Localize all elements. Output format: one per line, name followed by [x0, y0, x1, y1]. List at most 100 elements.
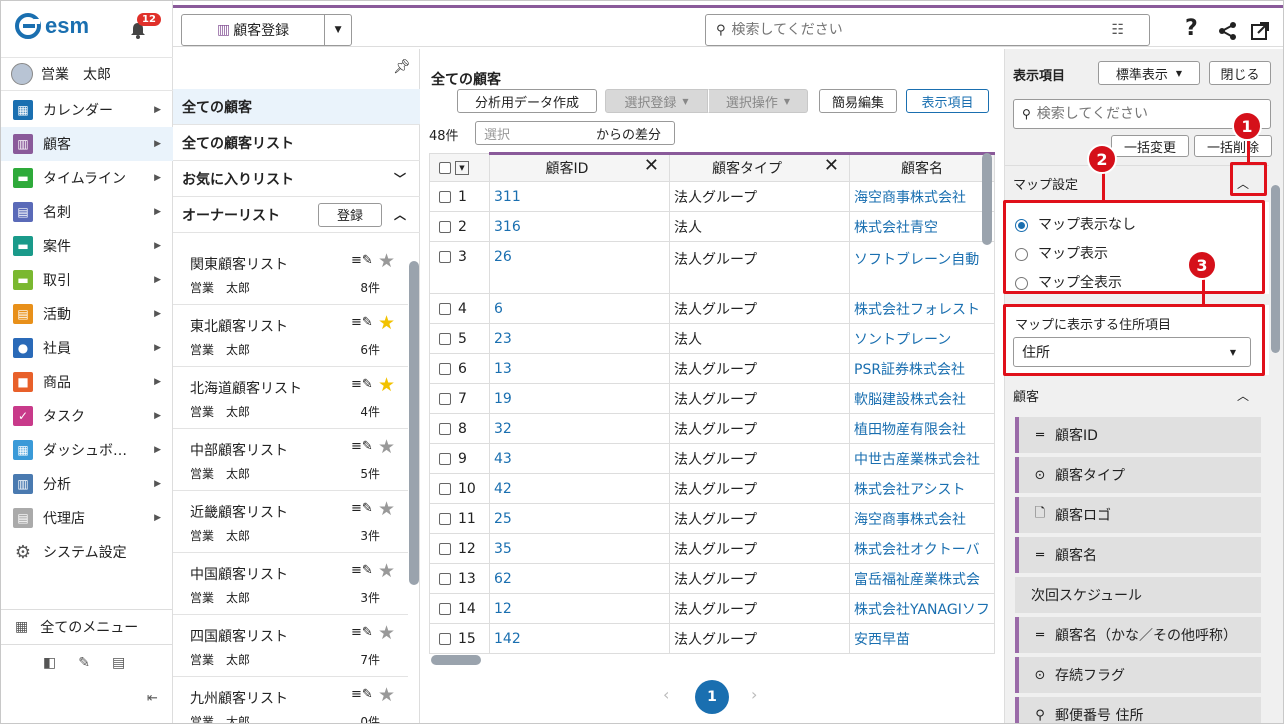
table-row[interactable]: 3 26 法人グループ ソフトブレーン自動 — [429, 241, 995, 294]
sidebar-item-clipboard[interactable]: ▤ 活動 ▶ — [1, 297, 173, 331]
open-external-icon[interactable] — [1250, 21, 1270, 41]
list-scrollbar[interactable] — [409, 261, 419, 585]
customer-section-header[interactable]: 顧客 ︿ — [1005, 379, 1269, 411]
table-row[interactable]: 2 316 法人 株式会社青空 — [429, 211, 995, 242]
customer-id-link[interactable]: 13 — [494, 361, 512, 377]
sidebar-item-card[interactable]: ▤ 名刺 ▶ — [1, 195, 173, 229]
customer-name-link[interactable]: 株式会社アシスト — [854, 482, 965, 498]
star-icon[interactable]: ★ — [378, 560, 395, 582]
star-icon[interactable]: ★ — [378, 622, 395, 644]
row-select-cell[interactable]: 3 — [429, 241, 490, 294]
sidebar-item-chart[interactable]: ▥ 分析 ▶ — [1, 467, 173, 501]
table-row[interactable]: 4 6 法人グループ 株式会社フォレスト — [429, 293, 995, 324]
cell-name[interactable]: 株式会社オクトーバ — [849, 533, 995, 564]
table-vertical-scrollbar[interactable] — [982, 153, 992, 245]
list-item[interactable]: 関東顧客リスト 営業 太郎 8件 ≡✎ ★ — [173, 243, 408, 305]
display-field-item[interactable]: ⊙ 顧客タイプ — [1015, 457, 1261, 493]
display-field-item[interactable]: ═ 顧客名 — [1015, 537, 1261, 573]
cell-name[interactable]: 海空商事株式会社 — [849, 503, 995, 534]
customer-id-link[interactable]: 6 — [494, 301, 503, 317]
cell-id[interactable]: 6 — [489, 293, 670, 324]
cell-name[interactable]: 海空商事株式会社 — [849, 181, 995, 212]
display-field-item[interactable]: ⊙ 存続フラグ — [1015, 657, 1261, 693]
cell-name[interactable]: 株式会社アシスト — [849, 473, 995, 504]
next-page-icon[interactable]: › — [751, 685, 757, 704]
chevron-up-icon[interactable]: ︿ — [394, 206, 406, 223]
row-select-cell[interactable]: 10 — [429, 473, 490, 504]
customer-id-link[interactable]: 311 — [494, 189, 521, 205]
user-profile[interactable]: 営業 太郎 — [1, 57, 173, 91]
edit-icon[interactable]: ≡✎ — [351, 687, 373, 702]
row-select-cell[interactable]: 11 — [429, 503, 490, 534]
register-customer-button[interactable]: ▥ 顧客登録 — [181, 14, 326, 46]
customer-id-link[interactable]: 35 — [494, 541, 512, 557]
table-row[interactable]: 11 25 法人グループ 海空商事株式会社 — [429, 503, 995, 534]
collapse-sidebar-icon[interactable]: ⇤ — [147, 691, 158, 706]
table-row[interactable]: 7 19 法人グループ 軟脳建設株式会社 — [429, 383, 995, 414]
customer-name-link[interactable]: 株式会社青空 — [854, 220, 938, 236]
cell-id[interactable]: 19 — [489, 383, 670, 414]
cell-id[interactable]: 32 — [489, 413, 670, 444]
diff-select[interactable]: 選択 からの差分 — [475, 121, 675, 145]
cell-id[interactable]: 12 — [489, 593, 670, 624]
row-select-cell[interactable]: 6 — [429, 353, 490, 384]
favorites-section[interactable]: お気に入りリスト ﹀ — [173, 161, 420, 197]
sidebar-item-folder[interactable]: ▬ 案件 ▶ — [1, 229, 173, 263]
cell-name[interactable]: 軟脳建設株式会社 — [849, 383, 995, 414]
customer-name-link[interactable]: 株式会社YANAGIソフ — [854, 602, 990, 618]
cell-id[interactable]: 25 — [489, 503, 670, 534]
close-panel-button[interactable]: 閉じる — [1209, 61, 1271, 85]
display-field-item[interactable]: 次回スケジュール — [1015, 577, 1261, 613]
row-select-cell[interactable]: 4 — [429, 293, 490, 324]
all-menu-button[interactable]: ▦ 全てのメニュー — [1, 609, 173, 645]
wrench-icon[interactable]: ✎ — [78, 655, 90, 671]
register-list-button[interactable]: 登録 — [317, 202, 382, 227]
row-select-cell[interactable]: 1 — [429, 181, 490, 212]
table-row[interactable]: 14 12 法人グループ 株式会社YANAGIソフ — [429, 593, 995, 624]
column-header-name[interactable]: 顧客名 — [849, 152, 995, 182]
customer-id-link[interactable]: 26 — [494, 249, 512, 265]
list-item[interactable]: 九州顧客リスト 営業 太郎 0件 ≡✎ ★ — [173, 677, 408, 723]
row-checkbox[interactable] — [439, 362, 451, 375]
customer-name-link[interactable]: 海空商事株式会社 — [854, 512, 966, 528]
cell-id[interactable]: 142 — [489, 623, 670, 654]
analysis-data-button[interactable]: 分析用データ作成 — [457, 89, 597, 113]
panel-scrollbar[interactable] — [1271, 185, 1280, 353]
customer-id-link[interactable]: 23 — [494, 331, 512, 347]
cell-id[interactable]: 26 — [489, 241, 670, 294]
global-search-input[interactable] — [731, 22, 1112, 38]
edit-icon[interactable]: ≡✎ — [351, 315, 373, 330]
select-all-header[interactable]: ▼ — [429, 153, 490, 182]
customer-name-link[interactable]: 海空商事株式会社 — [854, 190, 966, 206]
list-item[interactable]: 中国顧客リスト 営業 太郎 3件 ≡✎ ★ — [173, 553, 408, 615]
cell-name[interactable]: ソントプレーン — [849, 323, 995, 354]
table-row[interactable]: 6 13 法人グループ PSR証券株式会社 — [429, 353, 995, 384]
customer-id-link[interactable]: 32 — [494, 421, 512, 437]
select-operation-button[interactable]: 選択操作 ▼ — [708, 89, 808, 113]
customer-name-link[interactable]: 植田物産有限会社 — [854, 422, 966, 438]
pin-icon[interactable]: 📌︎ — [393, 59, 411, 75]
filter-settings-icon[interactable]: ☷ — [1112, 22, 1125, 38]
row-select-cell[interactable]: 12 — [429, 533, 490, 564]
row-select-cell[interactable]: 15 — [429, 623, 490, 654]
row-checkbox[interactable] — [439, 332, 451, 345]
column-header-type[interactable]: 顧客タイプ ✕ — [669, 152, 850, 182]
table-row[interactable]: 10 42 法人グループ 株式会社アシスト — [429, 473, 995, 504]
customer-id-link[interactable]: 142 — [494, 631, 521, 647]
share-icon[interactable] — [1218, 21, 1238, 41]
sidebar-item-task[interactable]: ✓ タスク ▶ — [1, 399, 173, 433]
table-row[interactable]: 15 142 法人グループ 安西早苗 — [429, 623, 995, 654]
bulk-delete-button[interactable]: 一括削除 — [1194, 135, 1272, 157]
close-icon[interactable]: ✕ — [824, 157, 839, 175]
row-select-cell[interactable]: 5 — [429, 323, 490, 354]
row-select-cell[interactable]: 13 — [429, 563, 490, 594]
star-icon[interactable]: ★ — [378, 436, 395, 458]
customer-name-link[interactable]: 株式会社オクトーバ — [854, 542, 980, 558]
global-search[interactable]: ⚲ ☷ — [705, 14, 1150, 46]
cell-name[interactable]: 株式会社YANAGIソフ — [849, 593, 995, 624]
customer-name-link[interactable]: 中世古産業株式会社 — [854, 452, 980, 468]
sidebar-item-dashboard[interactable]: ▦ ダッシュボ… ▶ — [1, 433, 173, 467]
sidebar-item-agency[interactable]: ▤ 代理店 ▶ — [1, 501, 173, 535]
list-item[interactable]: 近畿顧客リスト 営業 太郎 3件 ≡✎ ★ — [173, 491, 408, 553]
customer-name-link[interactable]: PSR証券株式会社 — [854, 362, 965, 378]
